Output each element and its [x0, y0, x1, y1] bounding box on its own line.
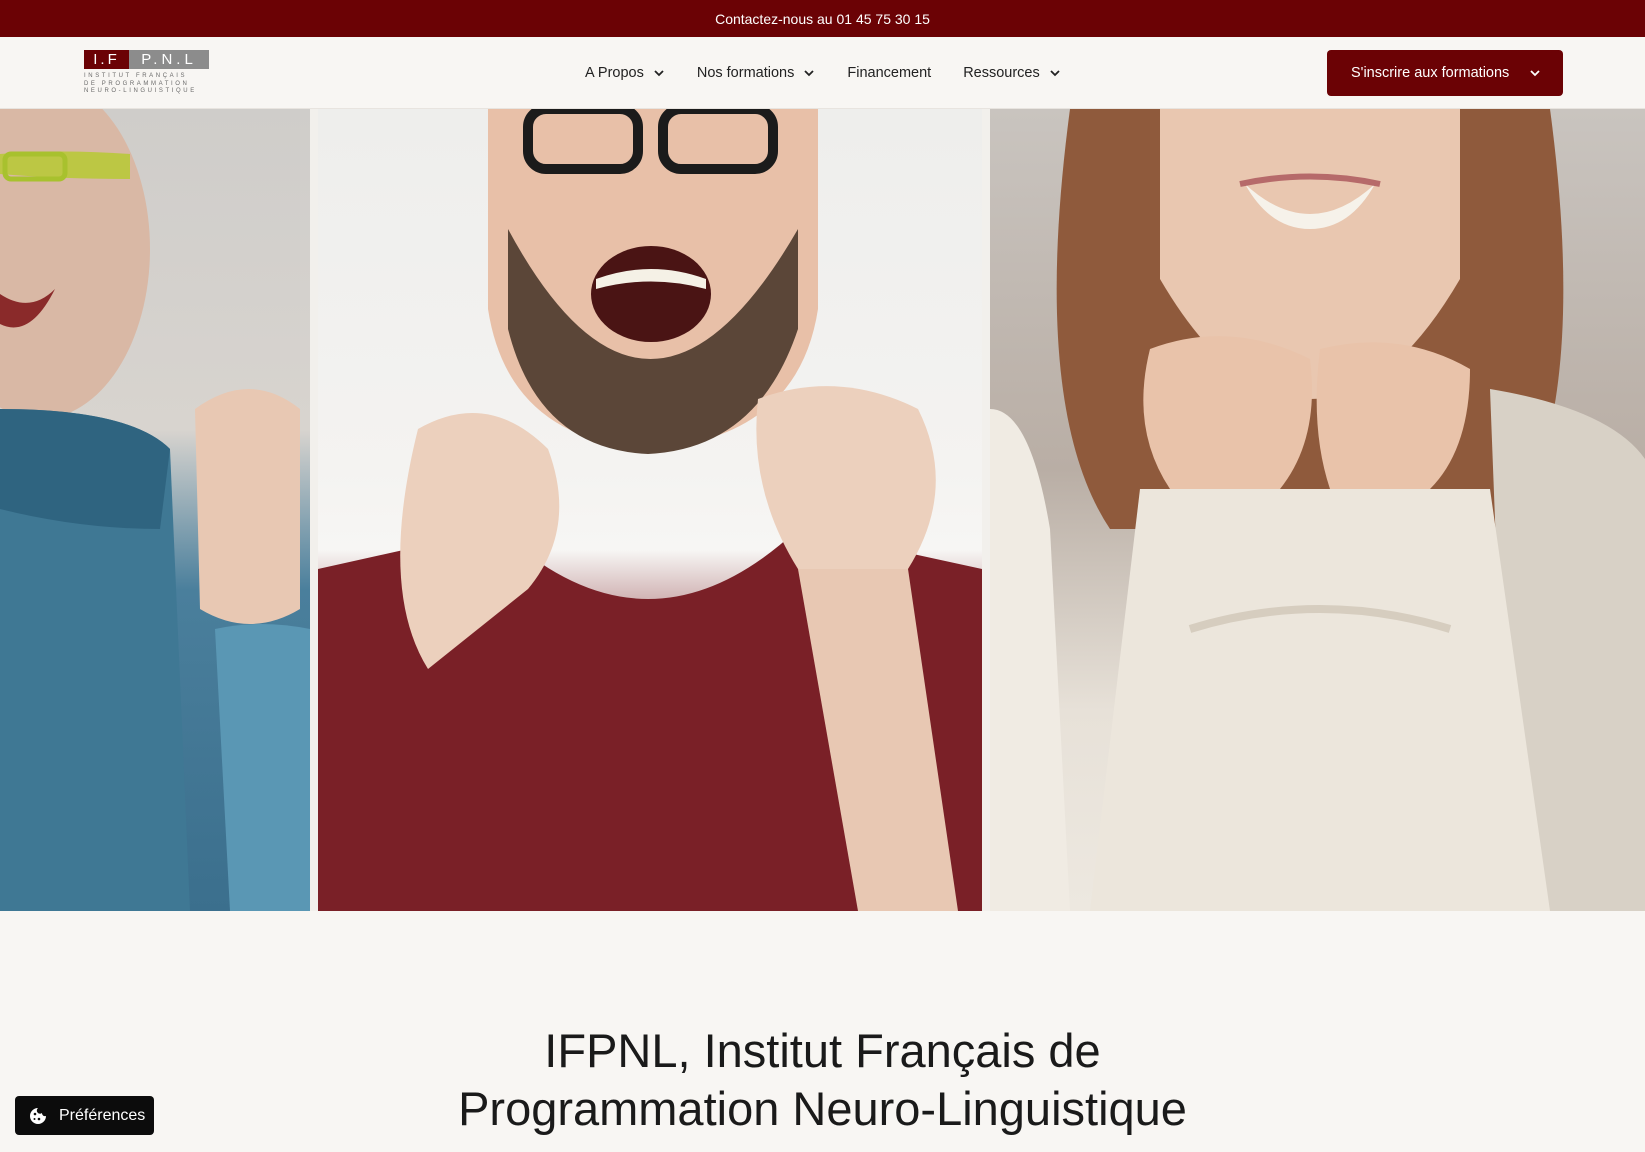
nav-item-a-propos[interactable]: A Propos [585, 65, 665, 81]
logo-left-text: I.F [84, 50, 129, 69]
register-button[interactable]: S'inscrire aux formations [1327, 50, 1563, 96]
nav-item-label: Ressources [963, 65, 1040, 81]
cookie-icon [30, 1107, 46, 1124]
woman-blue-sweater-illustration [0, 109, 310, 911]
hero-images [0, 109, 1645, 911]
nav-item-label: A Propos [585, 65, 644, 81]
logo-subtitle-2: DE PROGRAMMATION [84, 80, 190, 87]
chevron-down-icon [804, 70, 814, 77]
man-glasses-cheering-photo [318, 109, 982, 911]
nav-item-label: Nos formations [696, 65, 795, 81]
nav-item-nos-formations[interactable]: Nos formations [697, 65, 816, 81]
cookie-preferences-button[interactable]: Préférences [15, 1096, 154, 1135]
page-title: IFPNL, Institut Français de Programmatio… [0, 1022, 1645, 1138]
contact-bar: Contactez-nous au 01 45 75 30 15 [0, 0, 1645, 37]
cookie-preferences-label: Préférences [59, 1106, 146, 1124]
logo-subtitle-1: INSTITUT FRANÇAIS [84, 73, 188, 79]
logo[interactable]: I.F P.N.L INSTITUT FRANÇAIS DE PROGRAMMA… [84, 50, 209, 102]
woman-blue-sweater-photo [0, 109, 310, 911]
nav-item-label: Financement [847, 65, 932, 81]
register-button-label: S'inscrire aux formations [1351, 65, 1510, 81]
contact-text[interactable]: Contactez-nous au 01 45 75 30 15 [715, 11, 930, 27]
nav-menu: A Propos Nos formations Financement Ress… [585, 37, 1093, 109]
chevron-down-icon [1530, 70, 1540, 77]
nav-item-ressources[interactable]: Ressources [963, 65, 1061, 81]
man-cheering-illustration [318, 109, 982, 911]
woman-smiling-illustration [990, 109, 1645, 911]
woman-smiling-fists-photo [990, 109, 1645, 911]
nav-item-financement[interactable]: Financement [847, 65, 931, 81]
page-title-line-1: IFPNL, Institut Français de [544, 1024, 1101, 1077]
logo-right-text: P.N.L [129, 50, 209, 69]
logo-mark: I.F P.N.L [84, 50, 209, 69]
page-title-line-2: Programmation Neuro-Linguistique [458, 1082, 1187, 1135]
chevron-down-icon [654, 70, 664, 77]
main-navigation: I.F P.N.L INSTITUT FRANÇAIS DE PROGRAMMA… [0, 37, 1645, 109]
chevron-down-icon [1050, 70, 1060, 77]
logo-subtitle-3: NEURO-LINGUISTIQUE [84, 88, 197, 94]
